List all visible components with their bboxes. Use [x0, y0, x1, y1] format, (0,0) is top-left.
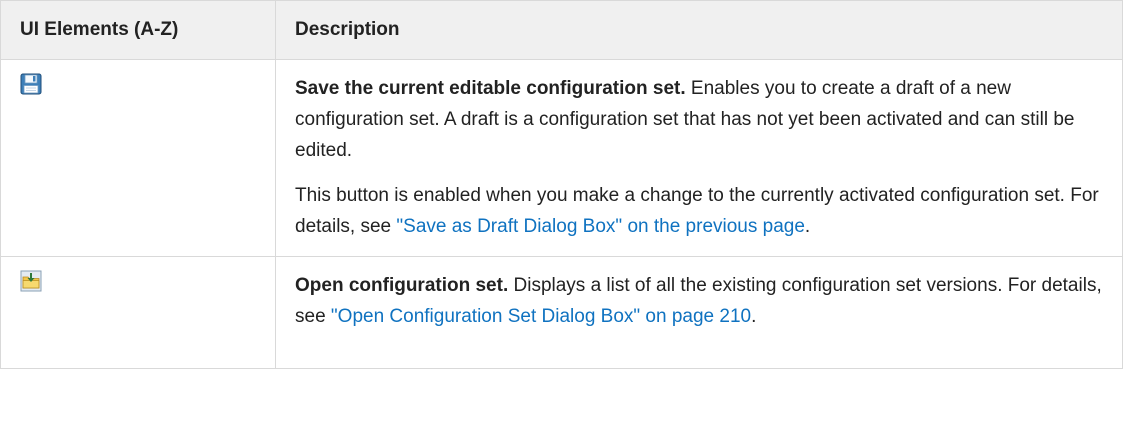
- ui-element-cell: [0, 59, 276, 257]
- description-paragraph: Save the current editable configuration …: [295, 73, 1106, 166]
- description-text: .: [751, 306, 757, 327]
- description-cell: Save the current editable configuration …: [275, 59, 1123, 257]
- description-text: .: [804, 216, 811, 237]
- table-row: Open configuration set. Displays a list …: [0, 256, 1123, 369]
- table-header-row: UI Elements (A-Z) Description: [0, 0, 1123, 60]
- header-ui-elements: UI Elements (A-Z): [0, 0, 276, 60]
- save-icon: [20, 73, 42, 95]
- ui-element-cell: [0, 256, 276, 369]
- ui-elements-table: UI Elements (A-Z) Description Save the c…: [0, 0, 1123, 369]
- header-description: Description: [275, 0, 1123, 60]
- description-title: Open configuration set.: [295, 275, 509, 296]
- description-paragraph: This button is enabled when you make a c…: [295, 180, 1106, 242]
- open-configuration-set-link[interactable]: "Open Configuration Set Dialog Box" on p…: [331, 306, 751, 327]
- table-row: Save the current editable configuration …: [0, 59, 1123, 257]
- open-folder-icon: [20, 270, 42, 292]
- description-cell: Open configuration set. Displays a list …: [275, 256, 1123, 369]
- save-as-draft-link[interactable]: "Save as Draft Dialog Box" on the previo…: [396, 216, 805, 237]
- description-paragraph: Open configuration set. Displays a list …: [295, 270, 1106, 332]
- description-title: Save the current editable configuration …: [295, 78, 686, 99]
